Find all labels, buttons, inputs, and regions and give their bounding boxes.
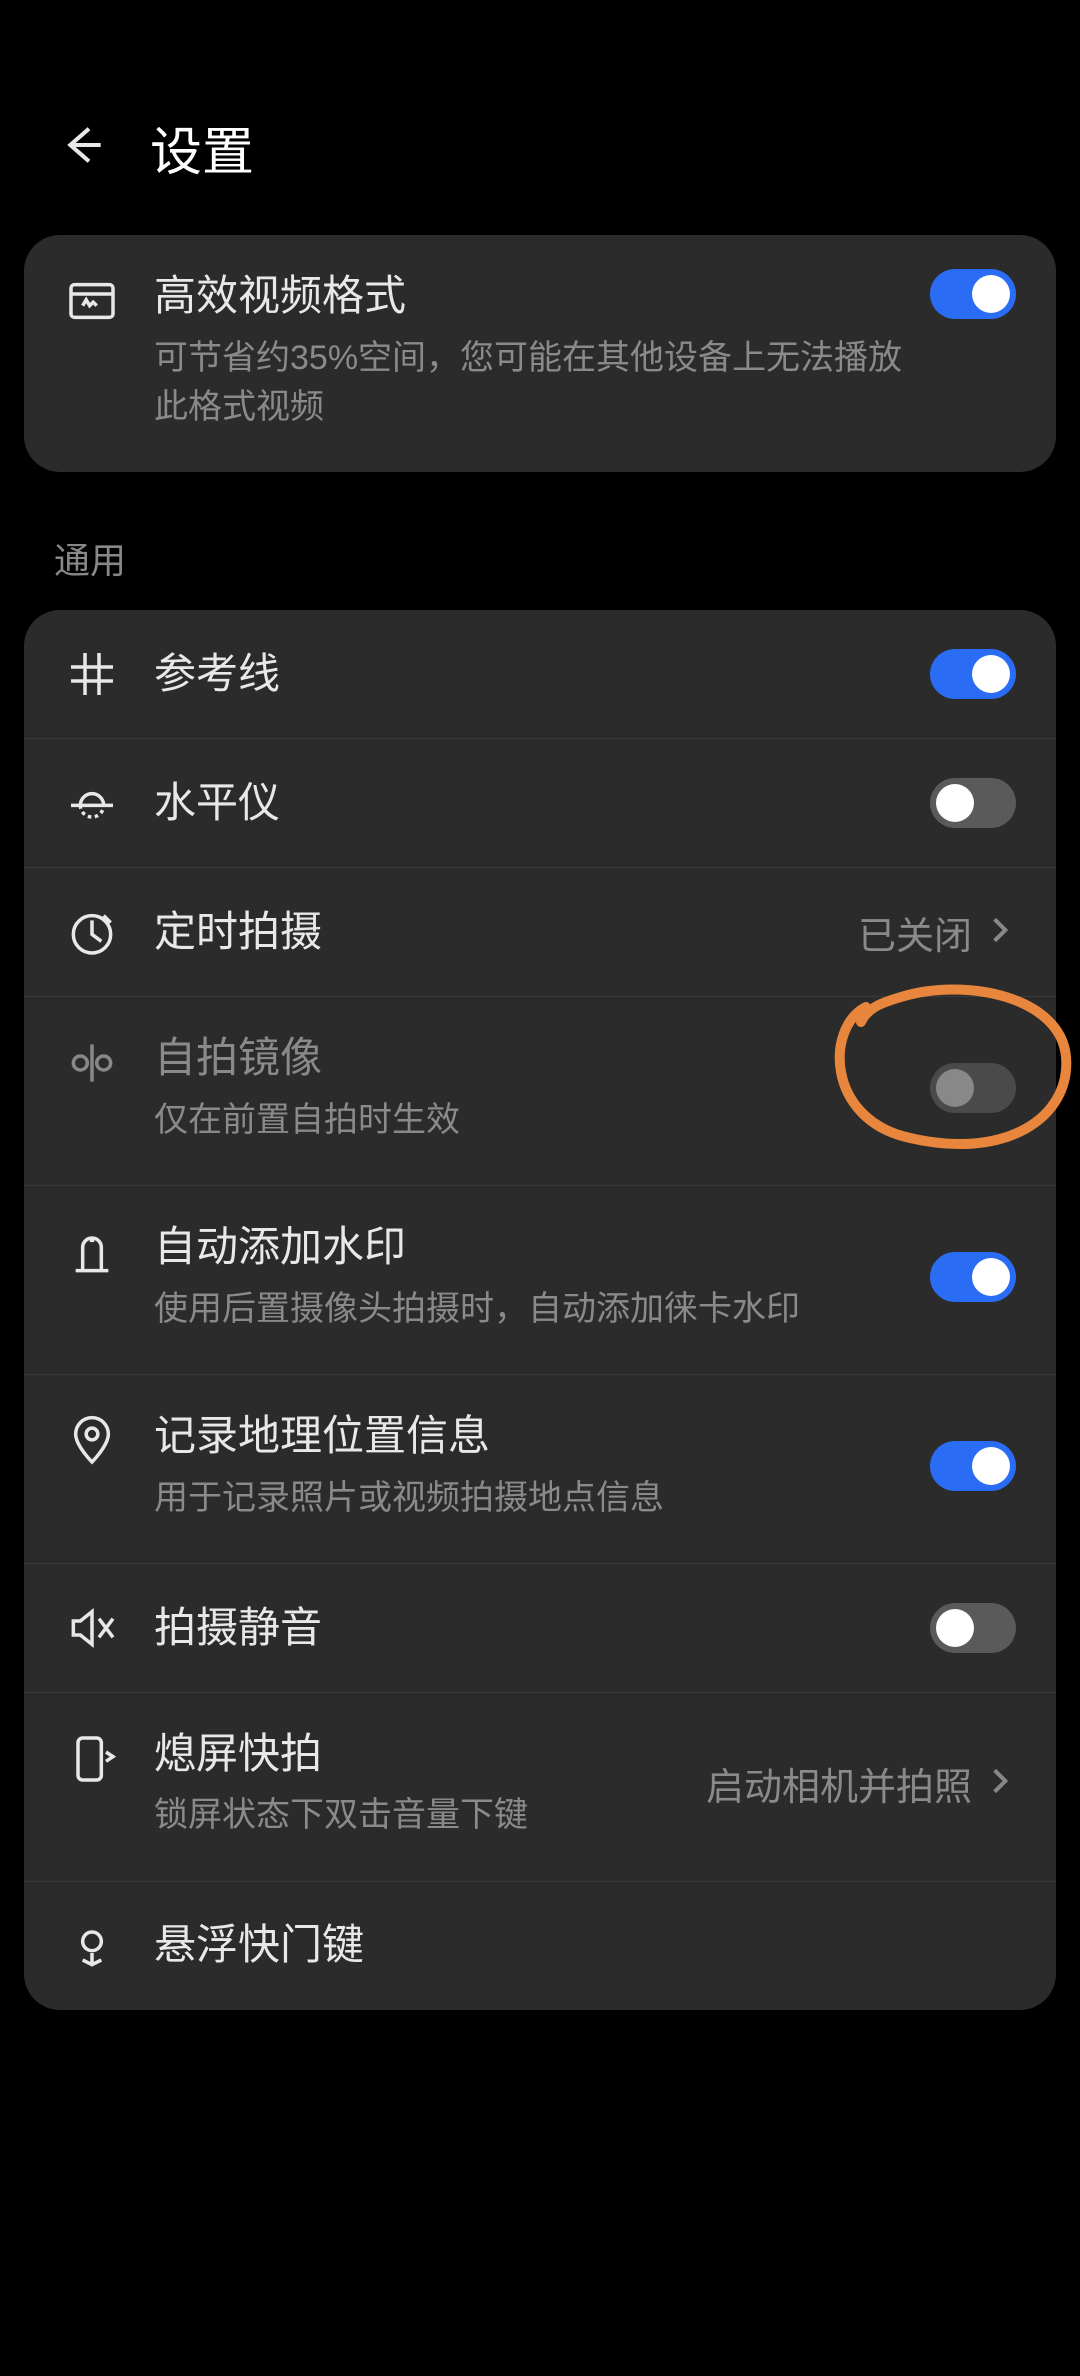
mute-icon bbox=[64, 1600, 120, 1656]
toggle-selfie-mirror bbox=[930, 1063, 1016, 1113]
level-icon bbox=[64, 775, 120, 831]
quick-shot-value: 启动相机并拍照 bbox=[706, 1756, 972, 1811]
floating-shutter-icon bbox=[64, 1918, 120, 1974]
toggle-shutter-mute[interactable] bbox=[930, 1603, 1016, 1653]
row-selfie-mirror: 自拍镜像 仅在前置自拍时生效 bbox=[24, 997, 1056, 1186]
timer-value: 已关闭 bbox=[858, 905, 972, 960]
row-efficient-video-format[interactable]: 高效视频格式 可节省约35%空间，您可能在其他设备上无法播放此格式视频 bbox=[24, 235, 1056, 472]
row-subtitle: 用于记录照片或视频拍摄地点信息 bbox=[154, 1474, 906, 1523]
row-shutter-mute[interactable]: 拍摄静音 bbox=[24, 1564, 1056, 1693]
quick-shot-icon bbox=[64, 1731, 120, 1787]
toggle-efficient-video-format[interactable] bbox=[930, 269, 1016, 319]
row-floating-shutter[interactable]: 悬浮快门键 bbox=[24, 1882, 1056, 2010]
toggle-geo-location[interactable] bbox=[930, 1441, 1016, 1491]
row-title: 熄屏快拍 bbox=[154, 1727, 682, 1782]
mirror-icon bbox=[64, 1035, 120, 1091]
watermark-icon bbox=[64, 1224, 120, 1280]
toggle-auto-watermark[interactable] bbox=[930, 1252, 1016, 1302]
row-title: 水平仪 bbox=[154, 776, 906, 831]
row-subtitle: 锁屏状态下双击音量下键 bbox=[154, 1791, 682, 1840]
row-subtitle: 仅在前置自拍时生效 bbox=[154, 1096, 906, 1145]
location-icon bbox=[64, 1413, 120, 1469]
toggle-horizontal-level[interactable] bbox=[930, 778, 1016, 828]
row-title: 参考线 bbox=[154, 647, 906, 702]
grid-icon bbox=[64, 646, 120, 702]
row-title: 自拍镜像 bbox=[154, 1031, 906, 1086]
chevron-right-icon bbox=[984, 914, 1016, 951]
row-title: 自动添加水印 bbox=[154, 1220, 906, 1275]
row-screen-off-quick-shot[interactable]: 熄屏快拍 锁屏状态下双击音量下键 启动相机并拍照 bbox=[24, 1693, 1056, 1882]
row-title: 记录地理位置信息 bbox=[154, 1409, 906, 1464]
timer-icon bbox=[64, 904, 120, 960]
row-subtitle: 可节省约35%空间，您可能在其他设备上无法播放此格式视频 bbox=[154, 334, 906, 433]
row-text: 高效视频格式 可节省约35%空间，您可能在其他设备上无法播放此格式视频 bbox=[154, 269, 930, 432]
row-grid-lines[interactable]: 参考线 bbox=[24, 610, 1056, 739]
row-title: 拍摄静音 bbox=[154, 1601, 906, 1656]
row-title: 悬浮快门键 bbox=[154, 1918, 992, 1973]
row-auto-watermark[interactable]: 自动添加水印 使用后置摄像头拍摄时，自动添加徕卡水印 bbox=[24, 1186, 1056, 1375]
row-title: 高效视频格式 bbox=[154, 269, 906, 324]
row-subtitle: 使用后置摄像头拍摄时，自动添加徕卡水印 bbox=[154, 1285, 906, 1334]
row-geo-location[interactable]: 记录地理位置信息 用于记录照片或视频拍摄地点信息 bbox=[24, 1375, 1056, 1564]
row-horizontal-level[interactable]: 水平仪 bbox=[24, 739, 1056, 868]
row-title: 定时拍摄 bbox=[154, 905, 834, 960]
row-timer-shoot[interactable]: 定时拍摄 已关闭 bbox=[24, 868, 1056, 997]
toggle-grid-lines[interactable] bbox=[930, 649, 1016, 699]
section-header-general: 通用 bbox=[54, 532, 1026, 584]
page-title: 设置 bbox=[150, 110, 254, 185]
chevron-right-icon bbox=[984, 1765, 1016, 1802]
back-arrow-icon[interactable] bbox=[54, 117, 110, 178]
video-format-icon bbox=[64, 273, 120, 329]
